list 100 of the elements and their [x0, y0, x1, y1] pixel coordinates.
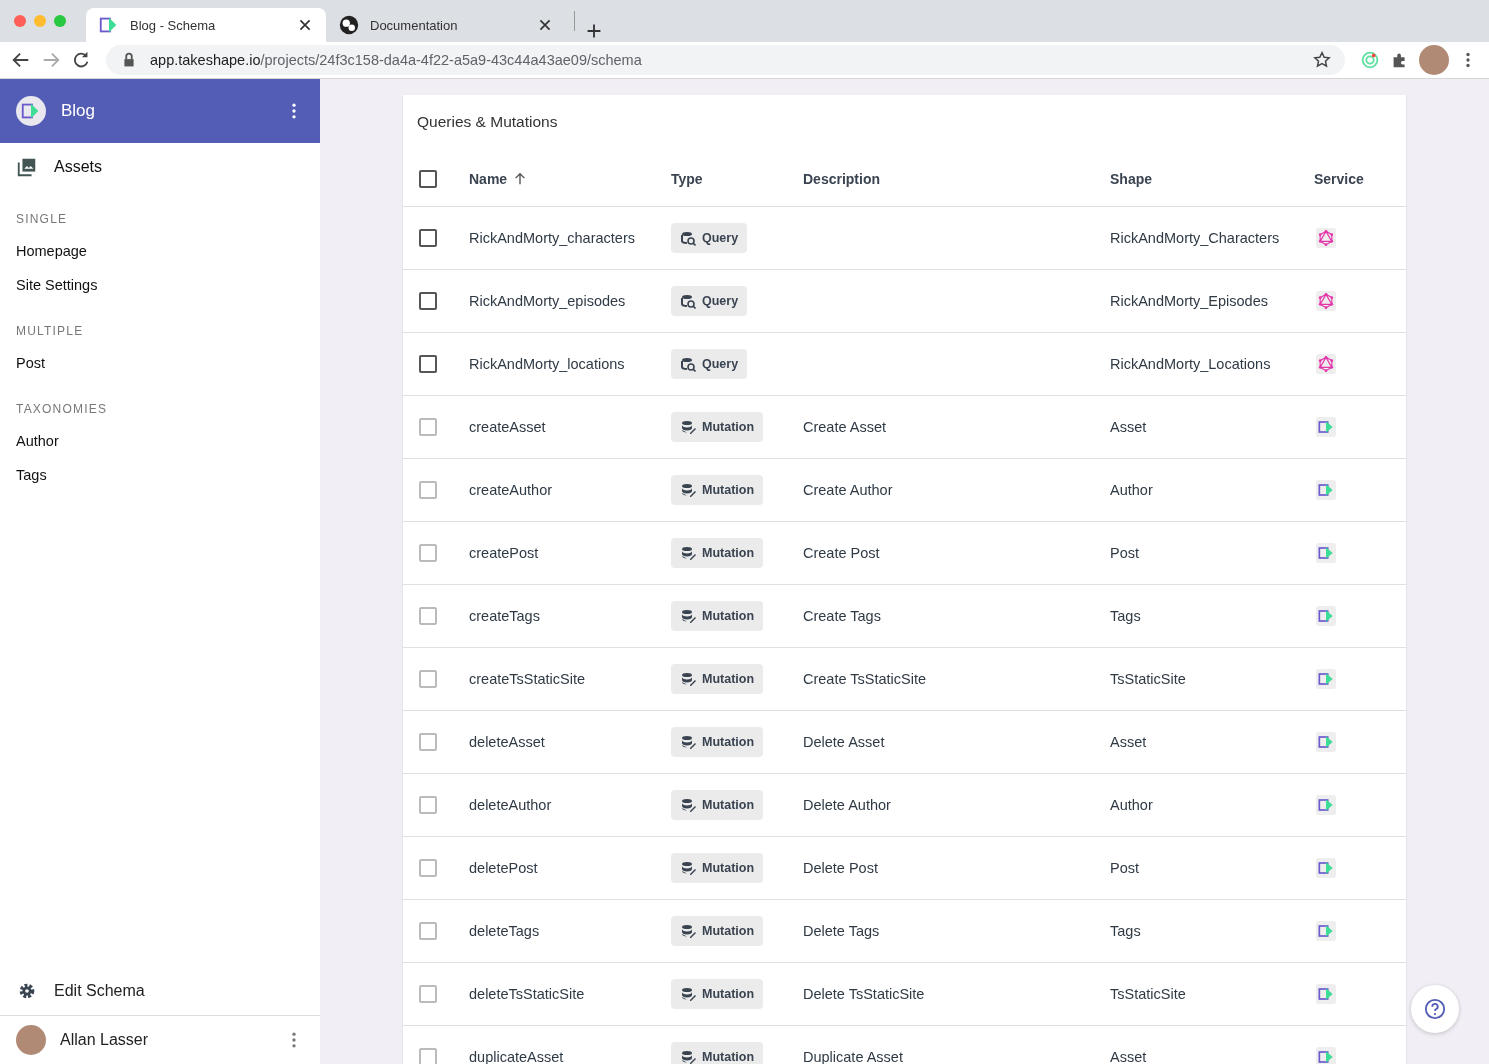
database-edit-icon [680, 986, 696, 1002]
description-cell-text: Create Post [803, 545, 881, 561]
description-cell-text: Create TsStaticSite [803, 671, 928, 687]
target-icon[interactable] [1359, 49, 1381, 71]
type-tag: Query [671, 349, 748, 379]
database-edit-icon [680, 860, 696, 876]
shape-cell-text: Asset [1110, 734, 1148, 750]
sidebar-item[interactable]: Post [0, 346, 320, 380]
address-bar[interactable]: app.takeshape.io/projects/24f3c158-da4a-4f22-a5a9-43c44a43ae09/schema [106, 45, 1345, 75]
description-cell-text: Delete Post [803, 860, 879, 876]
sidebar-item[interactable]: Tags [0, 458, 320, 492]
shape-cell-text: Tags [1110, 608, 1142, 624]
database-edit-icon [680, 482, 696, 498]
shape-cell-text: Tags [1110, 923, 1142, 939]
avatar[interactable] [1419, 45, 1449, 75]
name-cell-text: deletePost [469, 860, 539, 876]
type-tag: Query [671, 223, 748, 253]
sidebar-item[interactable]: Site Settings [0, 268, 320, 302]
description-cell-text: Create Author [803, 482, 894, 498]
url-text: app.takeshape.io/projects/24f3c158-da4a-4f22-a5a9-43c44a43ae09/schema [150, 52, 643, 68]
name-cell-text: deleteTsStaticSite [469, 986, 586, 1002]
database-edit-icon [680, 734, 696, 750]
service-logo-icon [1316, 1047, 1336, 1064]
service-logo-icon [1316, 417, 1336, 437]
section-heading: SINGLE [15, 211, 69, 228]
name-cell-text: createAsset [469, 419, 547, 435]
column-header[interactable]: Description [803, 170, 880, 187]
name-cell-text: deleteAsset [469, 734, 546, 750]
checkbox[interactable] [419, 169, 437, 188]
graph-logo-icon [1316, 354, 1336, 374]
help-icon [1424, 998, 1446, 1020]
shape-cell-text: Author [1110, 482, 1154, 498]
database-search-icon [680, 230, 696, 246]
service-logo-icon [1316, 669, 1336, 689]
service-logo-icon [1316, 732, 1336, 752]
user-name: Allan Lasser [60, 1031, 150, 1049]
column-header[interactable]: Shape [1110, 170, 1152, 187]
shape-cell-text: Post [1110, 545, 1140, 561]
service-logo-icon [1316, 984, 1336, 1004]
shape-cell-text: TsStaticSite [1110, 671, 1187, 687]
sidebar-item[interactable]: Author [0, 424, 320, 458]
service-logo-icon [1316, 480, 1336, 500]
table-title: Queries & Mutations [416, 112, 559, 132]
sidebar-item[interactable]: Assets [54, 157, 102, 176]
name-cell-text: deleteAuthor [469, 797, 553, 813]
browser-tab[interactable]: Blog - Schema [86, 8, 326, 42]
column-header[interactable]: Type [671, 170, 703, 187]
type-tag: Mutation [671, 979, 764, 1009]
checkbox[interactable] [419, 229, 437, 247]
checkbox[interactable] [419, 355, 437, 373]
database-edit-icon [680, 608, 696, 624]
type-tag: Mutation [671, 475, 764, 505]
type-tag: Mutation [671, 916, 764, 946]
name-cell-text: createTags [469, 608, 541, 624]
shape-cell-text: RickAndMorty_Episodes [1110, 293, 1269, 309]
type-tag: Mutation [671, 790, 764, 820]
graph-logo-icon [1316, 291, 1336, 311]
sidebar-item[interactable]: Edit Schema [54, 981, 145, 1000]
type-tag: Mutation [671, 601, 764, 631]
star-icon[interactable] [1311, 49, 1333, 71]
section-heading: MULTIPLE [15, 323, 85, 340]
sort-arrow-icon[interactable] [513, 171, 528, 186]
name-cell-text: RickAndMorty_locations [469, 356, 626, 372]
column-header[interactable]: Service [1314, 170, 1364, 187]
shape-cell-text: Post [1110, 860, 1140, 876]
sidebar-item[interactable]: Homepage [0, 234, 320, 268]
name-cell-text: createAuthor [469, 482, 554, 498]
name-cell-text: deleteTags [469, 923, 541, 939]
favicon-icon [338, 14, 360, 36]
name-cell-text: createPost [469, 545, 540, 561]
service-logo-icon [1316, 543, 1336, 563]
shape-cell-text: Asset [1110, 1049, 1148, 1064]
database-edit-icon [680, 419, 696, 435]
column-header[interactable]: Name [469, 170, 528, 187]
help-button[interactable] [1411, 985, 1459, 1033]
checkbox[interactable] [419, 292, 437, 310]
database-edit-icon [680, 1049, 696, 1064]
shape-cell-text: Author [1110, 797, 1154, 813]
type-tag: Mutation [671, 538, 764, 568]
browser-tab[interactable]: Documentation [326, 8, 566, 42]
service-logo-icon [1316, 795, 1336, 815]
description-cell-text: Create Tags [803, 608, 882, 624]
name-cell-text: createTsStaticSite [469, 671, 587, 687]
type-tag: Query [671, 286, 748, 316]
shape-cell-text: RickAndMorty_Characters [1110, 230, 1281, 246]
description-cell-text: Delete Asset [803, 734, 886, 750]
database-search-icon [680, 356, 696, 372]
shape-cell-text: TsStaticSite [1110, 986, 1187, 1002]
type-tag: Mutation [671, 412, 764, 442]
service-logo-icon [1316, 606, 1336, 626]
database-search-icon [680, 293, 696, 309]
type-tag: Mutation [671, 727, 764, 757]
type-tag: Mutation [671, 853, 764, 883]
service-logo-icon [1316, 921, 1336, 941]
avatar [16, 1025, 46, 1055]
shape-cell-text: RickAndMorty_Locations [1110, 356, 1272, 372]
type-tag: Mutation [671, 1042, 764, 1064]
name-cell-text: RickAndMorty_episodes [469, 293, 627, 309]
database-edit-icon [680, 923, 696, 939]
type-tag: Mutation [671, 664, 764, 694]
